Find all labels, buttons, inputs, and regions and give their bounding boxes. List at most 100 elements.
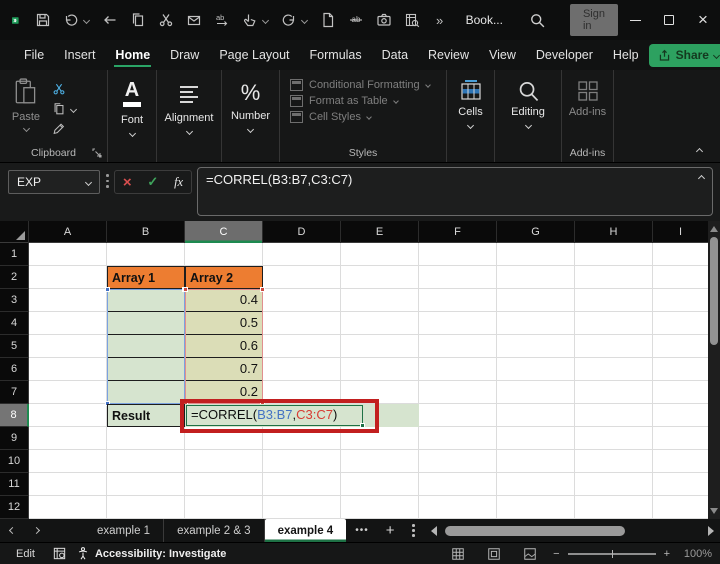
sheet-tab-example-1[interactable]: example 1: [84, 519, 164, 542]
tab-insert[interactable]: Insert: [54, 42, 105, 69]
tab-help[interactable]: Help: [603, 42, 649, 69]
column-header-B[interactable]: B: [107, 221, 185, 243]
sheet-tab-example-2-3[interactable]: example 2 & 3: [164, 519, 265, 542]
cut-button[interactable]: [52, 82, 76, 96]
sheet-tab-example-4[interactable]: example 4: [265, 519, 347, 542]
formula-bar-drag-handle[interactable]: [106, 174, 109, 188]
copy-chevron-icon[interactable]: [70, 105, 77, 112]
confirm-entry-icon[interactable]: ✓: [147, 174, 158, 190]
zoom-slider-thumb[interactable]: [612, 550, 614, 558]
share-button[interactable]: Share: [649, 44, 720, 67]
collapse-ribbon-icon[interactable]: [696, 148, 703, 155]
range-B3-B7[interactable]: [107, 289, 185, 404]
normal-view-icon[interactable]: [451, 547, 465, 561]
name-box-chevron-icon[interactable]: [85, 178, 92, 185]
number-group[interactable]: % Number: [222, 70, 280, 162]
tab-file[interactable]: File: [14, 42, 54, 69]
horizontal-scrollbar[interactable]: [425, 519, 720, 542]
sheet-preview-icon[interactable]: [400, 8, 424, 32]
row-header-12[interactable]: 12: [0, 496, 29, 519]
find-replace-icon[interactable]: ab: [210, 8, 234, 32]
zoom-level[interactable]: 100%: [678, 548, 712, 560]
cell-C4[interactable]: 0.5: [185, 312, 263, 335]
alignment-group[interactable]: Alignment: [157, 70, 222, 162]
name-box[interactable]: EXP: [8, 170, 100, 194]
row-header-5[interactable]: 5: [0, 335, 29, 358]
column-header-H[interactable]: H: [575, 221, 653, 243]
row-header-3[interactable]: 3: [0, 289, 29, 312]
column-header-D[interactable]: D: [263, 221, 341, 243]
new-sheet-button[interactable]: +: [378, 522, 403, 539]
format-as-table-button[interactable]: Format as Table: [290, 95, 446, 107]
next-sheet-icon[interactable]: [24, 528, 48, 533]
copy-button[interactable]: [52, 102, 66, 116]
tab-draw[interactable]: Draw: [160, 42, 209, 69]
tab-page-layout[interactable]: Page Layout: [209, 42, 299, 69]
row-header-2[interactable]: 2: [0, 266, 29, 289]
accessibility-status[interactable]: Accessibility: Investigate: [76, 546, 226, 561]
insert-function-icon[interactable]: fx: [174, 175, 183, 190]
tab-review[interactable]: Review: [418, 42, 479, 69]
cell-C3[interactable]: 0.4: [185, 289, 263, 312]
sign-in-button[interactable]: Sign in: [570, 4, 618, 36]
zoom-in-icon[interactable]: +: [664, 548, 670, 560]
previous-sheet-icon[interactable]: [0, 528, 24, 533]
collapse-formula-bar-icon[interactable]: [698, 175, 705, 182]
undo-menu-chevron-icon[interactable]: [84, 13, 94, 27]
page-break-preview-icon[interactable]: [523, 547, 537, 561]
redo-icon[interactable]: [277, 8, 301, 32]
row-header-7[interactable]: 7: [0, 381, 29, 404]
conditional-formatting-button[interactable]: Conditional Formatting: [290, 79, 446, 91]
cell-styles-button[interactable]: Cell Styles: [290, 111, 446, 123]
formula-input[interactable]: =CORREL(B3:B7,C3:C7): [197, 167, 713, 216]
camera-icon[interactable]: [372, 8, 396, 32]
zoom-slider[interactable]: [568, 553, 656, 555]
email-icon[interactable]: [182, 8, 206, 32]
vertical-scrollbar[interactable]: [708, 221, 720, 519]
scroll-up-icon[interactable]: [710, 226, 718, 232]
cell-C5[interactable]: 0.6: [185, 335, 263, 358]
font-group[interactable]: A Font: [108, 70, 157, 162]
new-file-icon[interactable]: [316, 8, 340, 32]
redo-menu-chevron-icon[interactable]: [302, 13, 312, 27]
sheet-options-icon[interactable]: [402, 524, 425, 537]
cell-B2-array1-header[interactable]: Array 1: [107, 266, 185, 289]
cut-icon[interactable]: [154, 8, 178, 32]
vertical-scroll-thumb[interactable]: [710, 237, 718, 345]
tab-formulas[interactable]: Formulas: [300, 42, 372, 69]
cancel-entry-icon[interactable]: ×: [123, 174, 132, 191]
row-header-11[interactable]: 11: [0, 473, 29, 496]
range-C3-C7[interactable]: 0.4 0.5 0.6 0.7 0.2: [185, 289, 263, 404]
row-header-8[interactable]: 8: [0, 404, 29, 427]
scroll-right-icon[interactable]: [708, 526, 714, 536]
clipboard-dialog-launcher-icon[interactable]: [92, 148, 102, 158]
tab-data[interactable]: Data: [372, 42, 418, 69]
format-painter-button[interactable]: [52, 122, 76, 136]
scroll-left-icon[interactable]: [431, 526, 437, 536]
column-header-F[interactable]: F: [419, 221, 497, 243]
row-header-9[interactable]: 9: [0, 427, 29, 450]
row-header-4[interactable]: 4: [0, 312, 29, 335]
column-header-C[interactable]: C: [185, 221, 263, 243]
tab-home[interactable]: Home: [105, 42, 160, 69]
column-header-A[interactable]: A: [29, 221, 107, 243]
cell-C2-array2-header[interactable]: Array 2: [185, 266, 263, 289]
column-header-I[interactable]: I: [653, 221, 708, 243]
column-header-E[interactable]: E: [341, 221, 419, 243]
addins-group[interactable]: Add-ins Add-ins: [562, 70, 614, 162]
font-chevron-icon[interactable]: [128, 130, 135, 137]
page-layout-view-icon[interactable]: [487, 547, 501, 561]
column-header-G[interactable]: G: [497, 221, 575, 243]
toolbar-overflow-icon[interactable]: »: [428, 8, 452, 32]
tab-view[interactable]: View: [479, 42, 526, 69]
draw-touch-icon[interactable]: [238, 8, 262, 32]
cells-group[interactable]: Cells: [447, 70, 495, 162]
maximize-button[interactable]: [652, 0, 686, 40]
zoom-out-icon[interactable]: −: [553, 548, 559, 560]
minimize-button[interactable]: [618, 0, 652, 40]
close-button[interactable]: ×: [686, 0, 720, 40]
macro-record-icon[interactable]: [43, 546, 76, 561]
number-chevron-icon[interactable]: [247, 126, 254, 133]
alignment-chevron-icon[interactable]: [185, 128, 192, 135]
more-sheets-icon[interactable]: •••: [346, 525, 378, 536]
